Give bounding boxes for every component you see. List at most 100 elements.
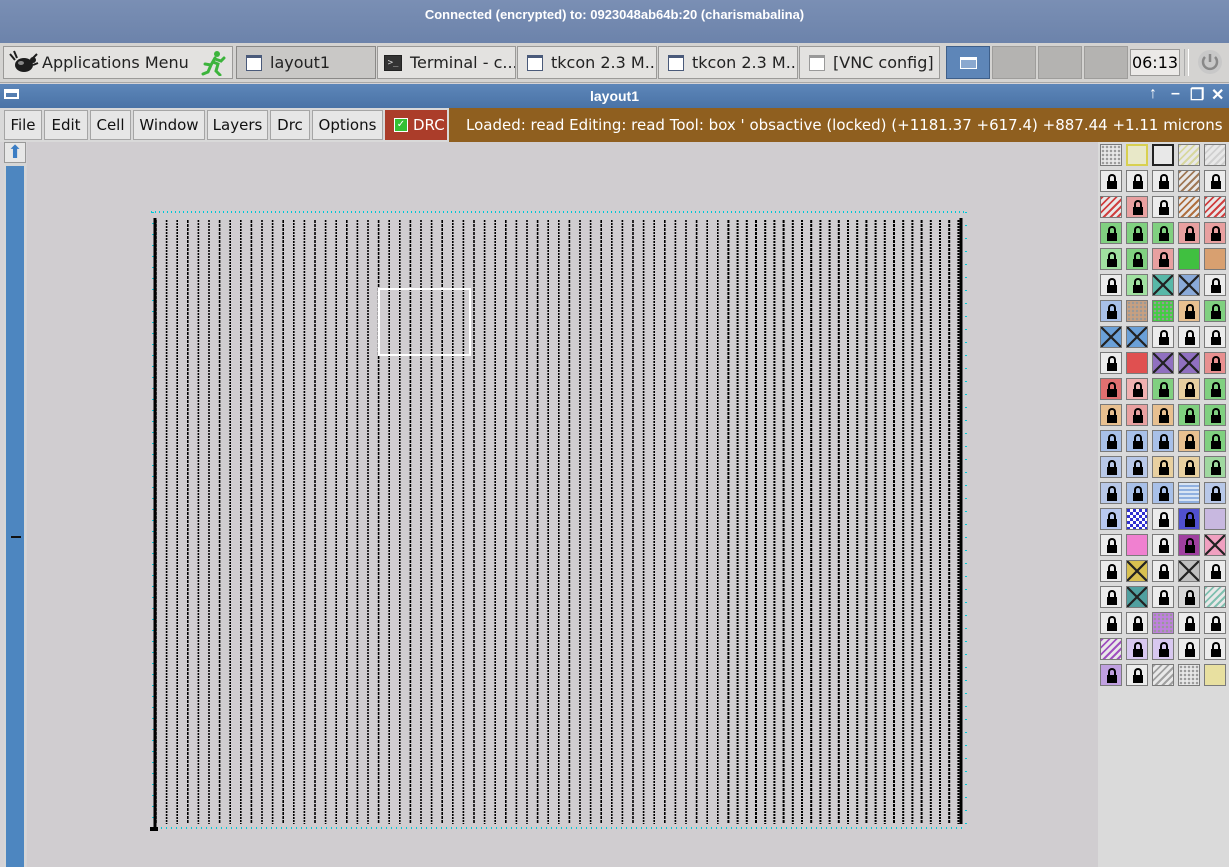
layer-swatch-lock[interactable] [1100,612,1122,634]
layer-swatch-lock[interactable] [1100,170,1122,192]
clock[interactable]: 06:13 [1130,49,1180,76]
menu-cell[interactable]: Cell [90,110,131,140]
layer-swatch-yellow-outline[interactable] [1126,144,1148,166]
layer-swatch-lock[interactable] [1178,612,1200,634]
layer-swatch-lock-purple[interactable] [1178,534,1200,556]
layer-swatch-lock-lavender[interactable] [1152,638,1174,660]
layer-swatch-green[interactable] [1178,248,1200,270]
layer-swatch-cyan-x[interactable] [1152,274,1174,296]
layer-swatch-lock[interactable] [1152,586,1174,608]
window-title-bar[interactable]: layout1 ↑ – ❐ ✕ [0,84,1229,108]
layer-swatch-lock-blue[interactable] [1100,300,1122,322]
layer-swatch-lock-purple[interactable] [1100,664,1122,686]
maximize-icon[interactable]: ❐ [1190,85,1204,105]
layer-swatch-lock-blue[interactable] [1126,456,1148,478]
layer-swatch-lock[interactable] [1178,326,1200,348]
layer-swatch-lock-tan[interactable] [1178,378,1200,400]
layer-swatch-lock[interactable] [1126,612,1148,634]
layer-swatch-purple-dots[interactable] [1152,612,1174,634]
layer-swatch-lock-blue[interactable] [1126,430,1148,452]
layer-swatch-lock-green[interactable] [1152,378,1174,400]
layer-swatch-lock-tan[interactable] [1100,404,1122,426]
layer-swatch-lock-blue[interactable] [1100,508,1122,530]
layer-swatch-yellow-x[interactable] [1126,560,1148,582]
layer-swatch-lock-red[interactable] [1126,196,1148,218]
layer-swatch-teal-diag[interactable] [1204,586,1226,608]
close-icon[interactable]: ✕ [1211,85,1224,105]
layer-swatch-lock[interactable] [1152,170,1174,192]
layer-swatch-lavender[interactable] [1204,508,1226,530]
layer-swatch-pink-x[interactable] [1204,534,1226,556]
task-layout1[interactable]: layout1 [236,46,376,79]
scroll-up-arrow-icon[interactable]: ⬆ [4,142,26,163]
task-tkcon-1[interactable]: tkcon 2.3 M... [517,46,657,79]
layer-swatch-teal-x[interactable] [1126,586,1148,608]
layer-swatch-lock-green[interactable] [1126,222,1148,244]
scroll-track[interactable] [6,166,24,867]
layer-swatch-yellow[interactable] [1204,664,1226,686]
layer-swatch-lock-green[interactable] [1100,222,1122,244]
layer-swatch-lock-blue[interactable] [1100,456,1122,478]
layer-swatch-lock-green[interactable] [1152,222,1174,244]
layer-swatch-yellow-diag[interactable] [1178,144,1200,166]
menu-file[interactable]: File [4,110,42,140]
task-vnc-config[interactable]: [VNC config] [799,46,940,79]
layer-swatch-blue-check[interactable] [1126,508,1148,530]
layer-swatch-lock-blue[interactable] [1178,508,1200,530]
scroll-thumb-marker[interactable] [11,536,21,538]
layer-swatch-lock-blue[interactable] [1100,430,1122,452]
layer-swatch-lock[interactable] [1204,274,1226,296]
workspace-2[interactable] [992,46,1036,79]
layer-swatch-lock-green[interactable] [1204,378,1226,400]
layer-swatch-lock-pink[interactable] [1178,222,1200,244]
selection-box[interactable] [378,288,471,356]
layer-swatch-lock[interactable] [1100,560,1122,582]
layer-swatch-lock-blue[interactable] [1204,482,1226,504]
layer-swatch-lock[interactable] [1204,326,1226,348]
minimize-icon[interactable]: – [1171,85,1180,103]
layer-swatch-lock-blue[interactable] [1152,430,1174,452]
layer-swatch-green-dots[interactable] [1152,300,1174,322]
drc-toggle[interactable]: ✓ DRC [385,110,447,140]
layer-swatch-lock-green[interactable] [1204,404,1226,426]
layer-swatch-lock-green[interactable] [1126,248,1148,270]
layer-swatch-lock-blue[interactable] [1100,482,1122,504]
workspace-4[interactable] [1084,46,1128,79]
layer-swatch-purple-x[interactable] [1152,352,1174,374]
layer-swatch-gray-x[interactable] [1178,560,1200,582]
layer-swatch-lock-tan[interactable] [1152,456,1174,478]
layer-swatch-blue-x[interactable] [1126,326,1148,348]
menu-window[interactable]: Window [133,110,205,140]
power-icon[interactable] [1196,48,1224,76]
layer-swatch-white-dots[interactable] [1178,664,1200,686]
layer-swatch-lock-tan[interactable] [1152,404,1174,426]
applications-menu-button[interactable]: Applications Menu [3,46,233,79]
layer-swatch-lock[interactable] [1178,638,1200,660]
layer-swatch-brown-diag[interactable] [1178,196,1200,218]
layer-swatch-lock[interactable] [1100,274,1122,296]
layer-swatch-tan[interactable] [1204,248,1226,270]
layer-swatch-lock[interactable] [1152,560,1174,582]
menu-drc[interactable]: Drc [270,110,310,140]
layer-swatch-lock[interactable] [1152,196,1174,218]
layer-swatch-tan-dots[interactable] [1126,300,1148,322]
layer-swatch-blue-wave[interactable] [1178,482,1200,504]
layer-swatch-lock-blue[interactable] [1152,482,1174,504]
layer-swatch-lock-red[interactable] [1204,222,1226,244]
layer-swatch-lock[interactable] [1152,534,1174,556]
layer-swatch-lock-green[interactable] [1204,430,1226,452]
layer-swatch-lock[interactable] [1152,326,1174,348]
layer-swatch-pink[interactable] [1126,534,1148,556]
layer-swatch-lock-green[interactable] [1100,248,1122,270]
layer-swatch-lock-pink[interactable] [1126,378,1148,400]
layer-swatch-blue-x[interactable] [1178,274,1200,296]
keep-above-icon[interactable]: ↑ [1149,85,1157,103]
layer-swatch-purple-x[interactable] [1178,352,1200,374]
task-tkcon-2[interactable]: tkcon 2.3 M... [658,46,798,79]
vertical-scrollbar[interactable]: ⬆ [4,142,26,867]
layer-swatch-lock[interactable] [1100,352,1122,374]
layer-swatch-lock-red[interactable] [1100,378,1122,400]
layout-canvas[interactable] [27,142,1098,867]
layer-swatch-lock[interactable] [1126,664,1148,686]
menu-edit[interactable]: Edit [44,110,88,140]
